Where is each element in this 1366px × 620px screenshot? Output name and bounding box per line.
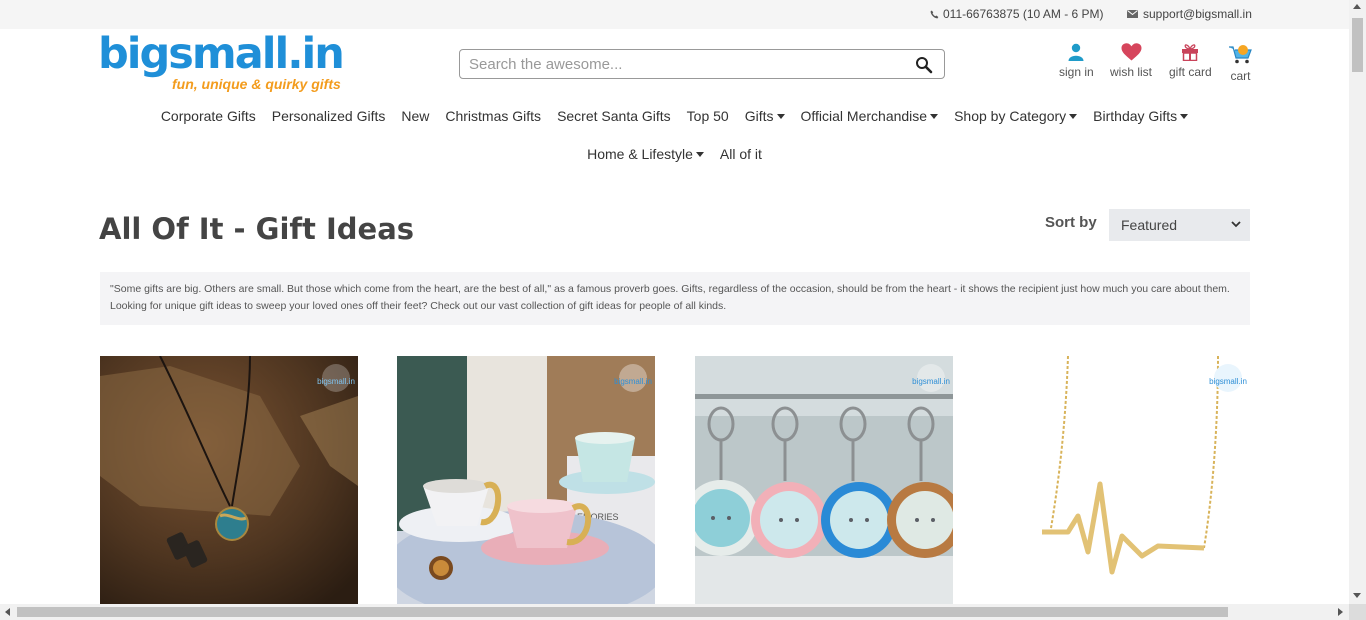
gift-card-label: gift card <box>1169 65 1212 79</box>
sort-select[interactable]: Featured <box>1109 209 1250 241</box>
heart-icon <box>1121 43 1141 61</box>
scroll-up-arrow-icon[interactable] <box>1353 4 1361 9</box>
search-box <box>459 49 945 79</box>
nav-christmas-gifts[interactable]: Christmas Gifts <box>437 108 549 124</box>
scroll-left-arrow-icon[interactable] <box>5 608 10 616</box>
product-card[interactable]: bigsmall.in <box>100 356 358 604</box>
cart-link[interactable]: cart <box>1228 43 1253 83</box>
svg-text:bigsmall.in: bigsmall.in <box>912 377 950 386</box>
product-card[interactable]: EMORIES bigsmall.in <box>397 356 655 604</box>
nav-new[interactable]: New <box>393 108 437 124</box>
svg-text:bigsmall.in: bigsmall.in <box>614 377 652 386</box>
sign-in-link[interactable]: sign in <box>1059 43 1094 79</box>
vertical-scrollbar[interactable] <box>1349 0 1366 604</box>
gift-card-link[interactable]: gift card <box>1169 43 1212 79</box>
mail-icon <box>1127 10 1138 18</box>
product-card[interactable]: bigsmall.in <box>992 356 1250 604</box>
product-image[interactable]: EMORIES bigsmall.in <box>397 356 655 604</box>
caret-down-icon <box>1069 113 1078 119</box>
phone-icon <box>930 9 939 18</box>
horizontal-scrollbar[interactable] <box>0 604 1349 620</box>
nav-official-merchandise[interactable]: Official Merchandise <box>793 108 947 124</box>
caret-down-icon <box>695 151 704 157</box>
main-nav-row-2: Home & Lifestyle All of it <box>0 146 1349 162</box>
top-bar: 011-66763875 (10 AM - 6 PM) support@bigs… <box>0 0 1349 29</box>
scroll-right-arrow-icon[interactable] <box>1338 608 1343 616</box>
nav-all-of-it[interactable]: All of it <box>712 146 770 162</box>
logo-wordmark: bigsmall.in <box>98 29 345 79</box>
nav-corporate-gifts[interactable]: Corporate Gifts <box>153 108 264 124</box>
site-logo[interactable]: bigsmall.in fun, unique & quirky gifts <box>98 29 345 95</box>
wish-list-link[interactable]: wish list <box>1110 43 1152 79</box>
search-icon[interactable] <box>915 56 933 74</box>
nav-birthday-gifts[interactable]: Birthday Gifts <box>1085 108 1196 124</box>
category-description: "Some gifts are big. Others are small. B… <box>100 272 1250 325</box>
svg-text:bigsmall.in: bigsmall.in <box>1209 377 1247 386</box>
svg-text:bigsmall.in: bigsmall.in <box>317 377 355 386</box>
cart-label: cart <box>1230 69 1251 83</box>
caret-down-icon <box>776 113 785 119</box>
phone-contact[interactable]: 011-66763875 (10 AM - 6 PM) <box>930 7 1104 21</box>
page-title: All Of It - Gift Ideas <box>99 212 415 246</box>
search-input[interactable] <box>469 55 899 74</box>
nav-gifts[interactable]: Gifts <box>737 108 793 124</box>
horizontal-scroll-thumb[interactable] <box>17 607 1228 617</box>
caret-down-icon <box>1180 113 1189 119</box>
sort-label: Sort by <box>1045 214 1097 231</box>
chevron-down-icon <box>1231 221 1241 228</box>
main-nav-row-1: Corporate Gifts Personalized Gifts New C… <box>0 108 1349 124</box>
cart-icon <box>1229 45 1252 64</box>
nav-personalized-gifts[interactable]: Personalized Gifts <box>264 108 394 124</box>
wish-list-label: wish list <box>1110 65 1153 79</box>
nav-shop-by-category[interactable]: Shop by Category <box>946 108 1085 124</box>
email-contact[interactable]: support@bigsmall.in <box>1127 7 1252 21</box>
gift-icon <box>1182 44 1199 61</box>
vertical-scroll-thumb[interactable] <box>1352 18 1363 72</box>
logo-tagline: fun, unique & quirky gifts <box>172 76 341 92</box>
sign-in-label: sign in <box>1059 65 1094 79</box>
product-image[interactable]: bigsmall.in <box>992 356 1250 604</box>
scrollbar-corner <box>1349 604 1366 620</box>
sort-selected-value: Featured <box>1121 217 1178 233</box>
product-image[interactable]: bigsmall.in <box>695 356 953 604</box>
product-card[interactable]: bigsmall.in <box>695 356 953 604</box>
user-icon <box>1068 43 1084 61</box>
nav-top-50[interactable]: Top 50 <box>679 108 737 124</box>
caret-down-icon <box>930 113 939 119</box>
nav-home-lifestyle[interactable]: Home & Lifestyle <box>579 146 712 162</box>
product-image[interactable]: bigsmall.in <box>100 356 358 604</box>
nav-secret-santa-gifts[interactable]: Secret Santa Gifts <box>549 108 679 124</box>
email-address: support@bigsmall.in <box>1143 7 1252 21</box>
scroll-down-arrow-icon[interactable] <box>1353 593 1361 598</box>
phone-number: 011-66763875 (10 AM - 6 PM) <box>943 7 1104 21</box>
